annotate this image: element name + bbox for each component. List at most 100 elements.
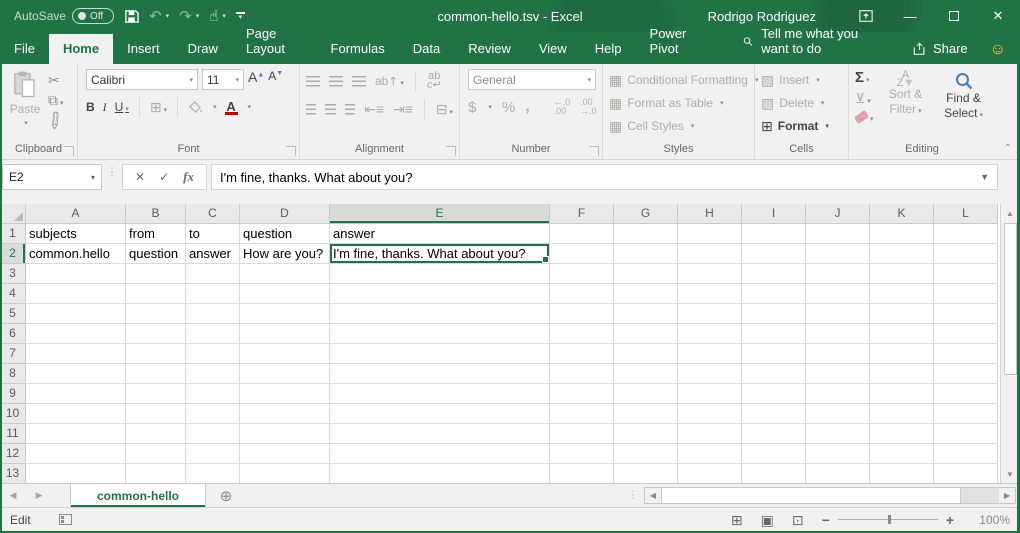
cell-A7[interactable] <box>26 344 126 364</box>
cell-C5[interactable] <box>186 304 240 324</box>
cell-A5[interactable] <box>26 304 126 324</box>
cell-K10[interactable] <box>870 404 934 424</box>
cell-I5[interactable] <box>742 304 806 324</box>
insert-cells-button[interactable]: ▧ Insert▾ <box>759 69 822 90</box>
cell-G13[interactable] <box>614 464 678 483</box>
cell-B9[interactable] <box>126 384 186 404</box>
cell-A3[interactable] <box>26 264 126 284</box>
cell-B12[interactable] <box>126 444 186 464</box>
cell-K1[interactable] <box>870 224 934 244</box>
cell-J5[interactable] <box>806 304 870 324</box>
zoom-slider[interactable] <box>838 519 938 520</box>
row-header-10[interactable]: 10 <box>0 404 26 424</box>
font-dialog-launcher[interactable] <box>286 146 296 156</box>
normal-view-icon[interactable]: ⊞ <box>731 513 743 527</box>
clipboard-dialog-launcher[interactable] <box>64 146 74 156</box>
cell-D12[interactable] <box>240 444 330 464</box>
column-header-E[interactable]: E <box>330 204 550 224</box>
column-header-H[interactable]: H <box>678 204 742 224</box>
cell-J2[interactable] <box>806 244 870 264</box>
cell-L6[interactable] <box>934 324 998 344</box>
font-name-select[interactable]: Calibri▾ <box>86 69 198 90</box>
redo-dropdown-icon[interactable]: ▾ <box>196 13 200 20</box>
undo-button[interactable]: ↶▾ <box>149 9 169 24</box>
insert-function-icon[interactable]: fx <box>183 169 194 185</box>
ribbon-display-options-button[interactable] <box>844 0 888 32</box>
cell-G4[interactable] <box>614 284 678 304</box>
macro-record-icon[interactable] <box>59 514 72 525</box>
cell-A10[interactable] <box>26 404 126 424</box>
copy-icon[interactable]: ⧉▾ <box>48 93 64 107</box>
tab-view[interactable]: View <box>525 34 581 64</box>
align-left-icon[interactable] <box>306 104 316 115</box>
cell-L2[interactable] <box>934 244 998 264</box>
decrease-font-size-button[interactable]: A▼ <box>268 69 283 90</box>
cell-E12[interactable] <box>330 444 550 464</box>
scroll-up-icon[interactable]: ▲ <box>1001 204 1019 222</box>
cell-H9[interactable] <box>678 384 742 404</box>
paste-button[interactable]: Paste ▾ <box>2 67 48 127</box>
increase-indent-icon[interactable]: ⇥≡ <box>393 102 413 116</box>
column-header-F[interactable]: F <box>550 204 614 224</box>
cell-F2[interactable] <box>550 244 614 264</box>
cell-B5[interactable] <box>126 304 186 324</box>
save-button[interactable] <box>124 9 139 24</box>
comma-icon[interactable]: , <box>525 99 529 115</box>
cell-K11[interactable] <box>870 424 934 444</box>
cell-styles-button[interactable]: ▦ Cell Styles▾ <box>607 115 696 136</box>
tab-power-pivot[interactable]: Power Pivot <box>636 19 718 64</box>
cell-G3[interactable] <box>614 264 678 284</box>
tab-file[interactable]: File <box>0 34 49 64</box>
cell-L5[interactable] <box>934 304 998 324</box>
expand-formula-bar-icon[interactable]: ▼ <box>980 172 989 182</box>
autosave-toggle[interactable]: AutoSave Off <box>14 8 114 24</box>
close-button[interactable]: ✕ <box>976 0 1020 32</box>
cell-H13[interactable] <box>678 464 742 483</box>
cell-K12[interactable] <box>870 444 934 464</box>
cell-C9[interactable] <box>186 384 240 404</box>
cell-B8[interactable] <box>126 364 186 384</box>
delete-cells-button[interactable]: ▧ Delete▾ <box>759 92 826 113</box>
cell-K5[interactable] <box>870 304 934 324</box>
tab-bar-splitter[interactable]: ⋮ <box>628 494 638 498</box>
undo-dropdown-icon[interactable]: ▾ <box>166 13 170 20</box>
cell-F10[interactable] <box>550 404 614 424</box>
cell-F8[interactable] <box>550 364 614 384</box>
zoom-slider-thumb[interactable] <box>888 515 891 524</box>
underline-button[interactable]: U▾ <box>115 100 129 114</box>
column-header-J[interactable]: J <box>806 204 870 224</box>
cell-L13[interactable] <box>934 464 998 483</box>
cell-A1[interactable]: subjects <box>26 224 126 244</box>
find-select-button[interactable]: Find & Select▾ <box>938 69 990 123</box>
cell-F5[interactable] <box>550 304 614 324</box>
tab-home[interactable]: Home <box>49 34 113 64</box>
tab-help[interactable]: Help <box>581 34 636 64</box>
cell-A8[interactable] <box>26 364 126 384</box>
tab-page-layout[interactable]: Page Layout <box>232 19 317 64</box>
column-header-I[interactable]: I <box>742 204 806 224</box>
cell-L11[interactable] <box>934 424 998 444</box>
merge-center-icon[interactable]: ⊟▾ <box>436 102 453 116</box>
row-header-1[interactable]: 1 <box>0 224 26 244</box>
cell-I6[interactable] <box>742 324 806 344</box>
cell-C4[interactable] <box>186 284 240 304</box>
row-header-7[interactable]: 7 <box>0 344 26 364</box>
cell-G9[interactable] <box>614 384 678 404</box>
cell-F7[interactable] <box>550 344 614 364</box>
percent-icon[interactable]: % <box>502 100 515 115</box>
cell-B4[interactable] <box>126 284 186 304</box>
page-break-view-icon[interactable]: ⊡ <box>792 513 804 527</box>
cell-B10[interactable] <box>126 404 186 424</box>
column-header-C[interactable]: C <box>186 204 240 224</box>
cell-D3[interactable] <box>240 264 330 284</box>
tab-data[interactable]: Data <box>399 34 454 64</box>
cell-L9[interactable] <box>934 384 998 404</box>
select-all-corner[interactable] <box>0 204 26 224</box>
cell-D1[interactable]: question <box>240 224 330 244</box>
cell-G7[interactable] <box>614 344 678 364</box>
formula-input[interactable]: I'm fine, thanks. What about you? ▼ <box>211 164 998 190</box>
vertical-scrollbar[interactable]: ▲ ▼ <box>1000 204 1019 483</box>
italic-button[interactable]: I <box>103 100 107 115</box>
row-header-4[interactable]: 4 <box>0 284 26 304</box>
font-color-button[interactable]: A <box>225 99 238 115</box>
